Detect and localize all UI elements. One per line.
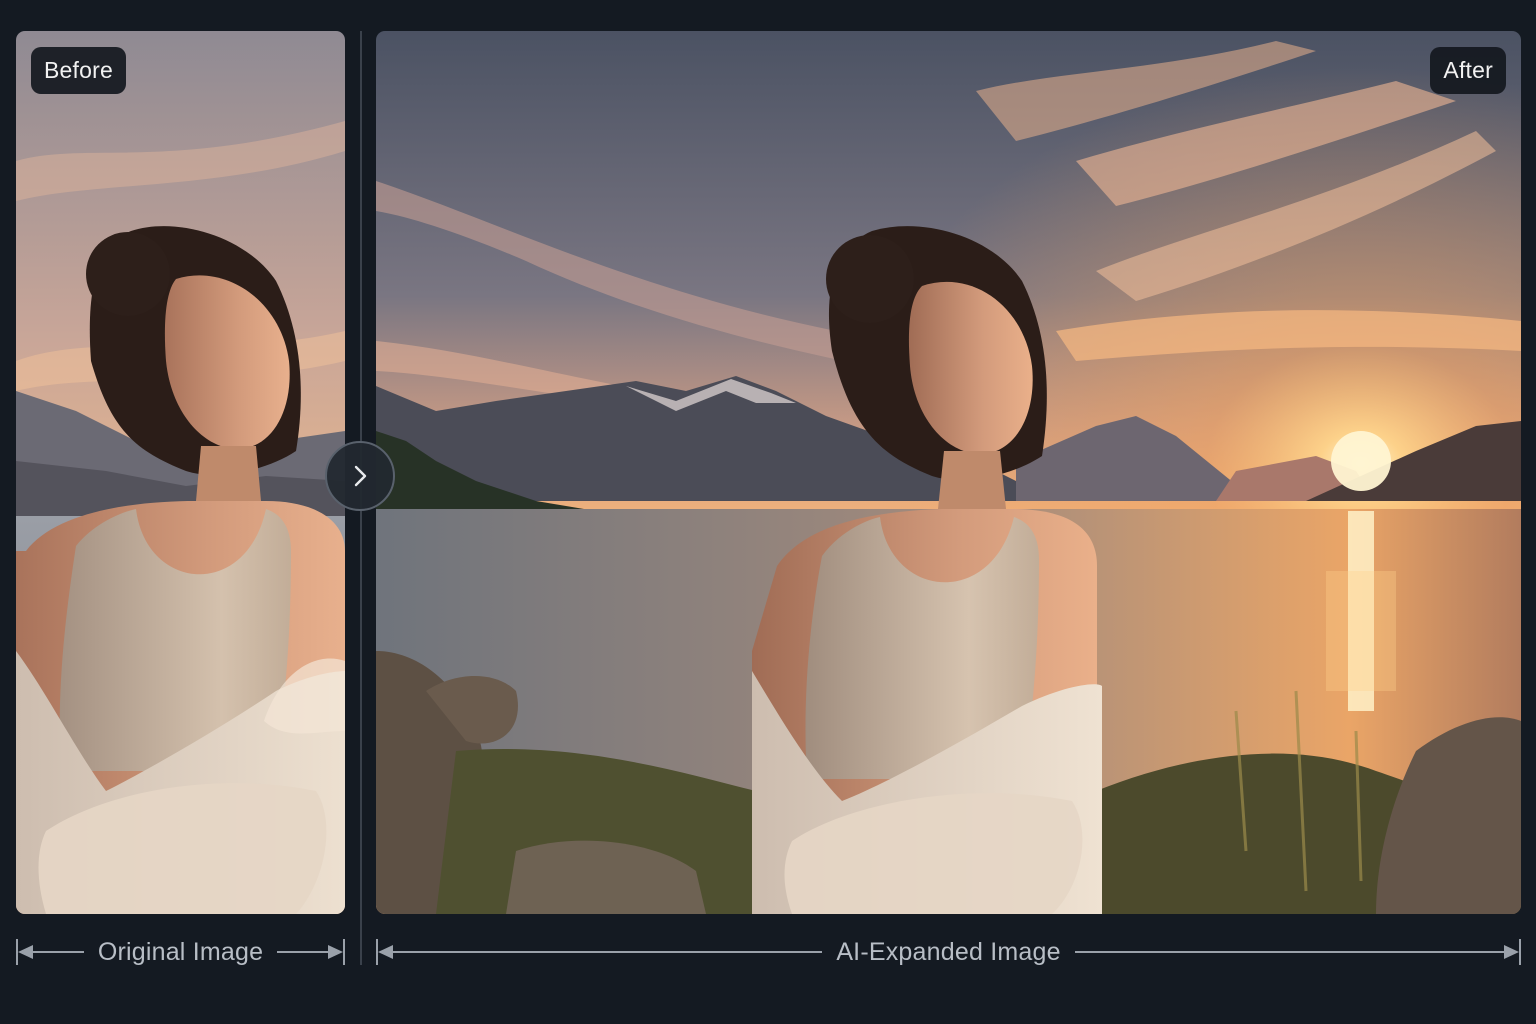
arrow-left-icon: [18, 945, 33, 959]
after-badge: After: [1430, 47, 1506, 94]
original-image-caption: Original Image: [97, 937, 264, 966]
chevron-right-icon: [354, 465, 367, 487]
dimension-line: [277, 951, 328, 953]
dimension-cap: [343, 939, 345, 965]
expanded-image-panel: After: [376, 31, 1521, 914]
arrow-left-icon: [378, 945, 393, 959]
dimension-cap: [1519, 939, 1521, 965]
original-width-indicator: Original Image: [16, 930, 345, 974]
original-image: [16, 31, 345, 914]
before-badge: Before: [31, 47, 126, 94]
original-image-panel: Before: [16, 31, 345, 914]
expanded-image: [376, 31, 1521, 914]
compare-handle-button[interactable]: [325, 441, 395, 511]
dimension-line: [393, 951, 823, 953]
before-after-comparison: Before After Original Image AI-Expanded …: [0, 0, 1536, 1024]
dimension-line: [33, 951, 84, 953]
dimension-line: [1074, 951, 1504, 953]
arrow-right-icon: [328, 945, 343, 959]
expanded-image-caption: AI-Expanded Image: [836, 937, 1061, 966]
expanded-width-indicator: AI-Expanded Image: [376, 930, 1521, 974]
arrow-right-icon: [1504, 945, 1519, 959]
